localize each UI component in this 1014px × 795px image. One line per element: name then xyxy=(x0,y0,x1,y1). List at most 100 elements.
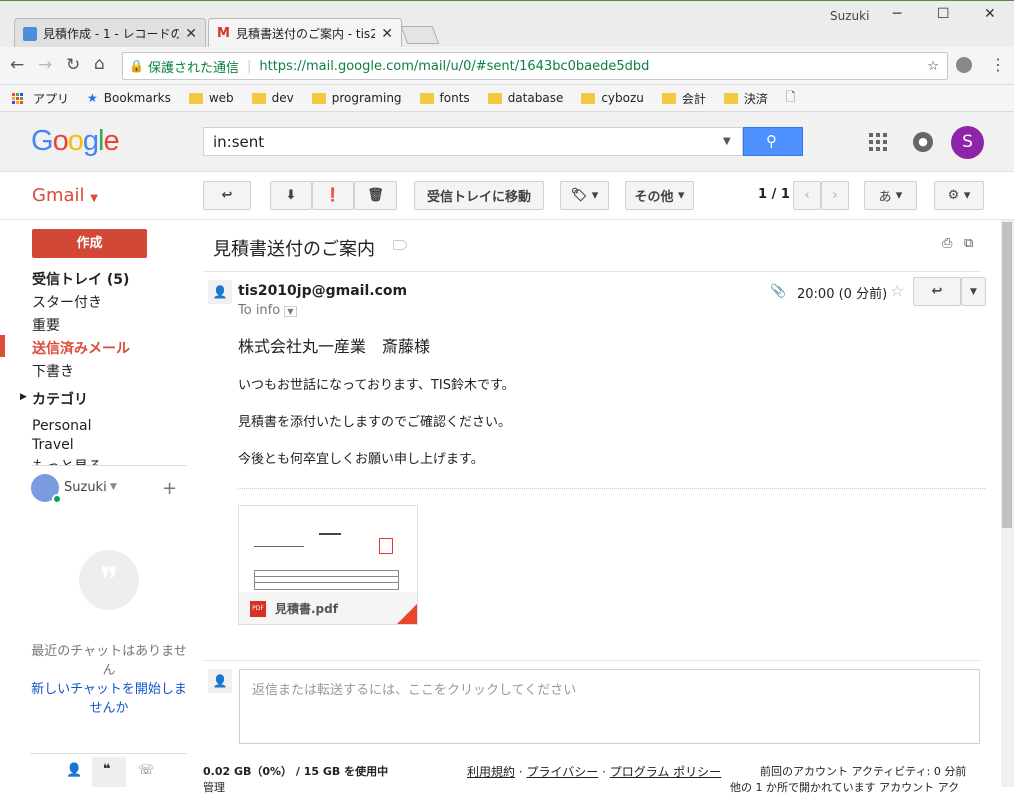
star-icon[interactable]: ☆ xyxy=(890,281,904,300)
reply-more-button[interactable]: ▼ xyxy=(961,277,986,306)
bookmark-accounting[interactable]: 会計 xyxy=(661,90,706,107)
forward-icon[interactable]: → xyxy=(38,55,52,75)
menu-icon[interactable]: ⋮ xyxy=(990,55,1006,74)
bookmark-web[interactable]: web xyxy=(188,91,234,105)
google-logo[interactable]: Google xyxy=(31,125,120,158)
print-icon[interactable]: ⎙ xyxy=(942,236,952,251)
bookmark-payment[interactable]: 決済 xyxy=(723,90,768,107)
open-new-window-icon[interactable]: ⧉ xyxy=(964,236,973,251)
minimize-icon[interactable]: ─ xyxy=(893,6,901,22)
move-to-inbox-button[interactable]: 受信トレイに移動 xyxy=(414,181,544,210)
tab-label: 見積作成 - 1 - レコードの詳 xyxy=(43,27,179,41)
star-icon[interactable]: ☆ xyxy=(927,59,939,74)
close-icon[interactable]: ✕ xyxy=(381,26,393,42)
sender-avatar[interactable]: 👤 xyxy=(208,280,232,304)
chat-empty-text: 最近のチャットはありません xyxy=(31,644,187,678)
back-to-list-button[interactable]: ↩ xyxy=(203,181,251,210)
gear-icon: ⚙ ▾ xyxy=(947,188,971,203)
search-options-icon[interactable]: ▼ xyxy=(723,136,731,147)
trash-icon: 🗑 xyxy=(367,188,384,203)
search-input[interactable]: in:sent xyxy=(203,127,743,156)
body-line: 今後とも何卒宜しくお願い申し上げます。 xyxy=(238,452,484,467)
contacts-icon[interactable]: 👤 xyxy=(66,763,82,778)
profile-name[interactable]: Suzuki xyxy=(830,9,869,23)
label-icon: 🏷 ▾ xyxy=(570,188,599,203)
hangouts-tab[interactable]: ❝ xyxy=(92,757,126,787)
settings-button[interactable]: ⚙ ▾ xyxy=(934,181,984,210)
tab-estimate[interactable]: 見積作成 - 1 - レコードの詳 ✕ xyxy=(14,18,206,48)
kintone-icon xyxy=(23,26,37,41)
email-subject: 見積書送付のご案内 xyxy=(213,239,375,260)
maximize-icon[interactable]: ☐ xyxy=(937,6,950,22)
extension-icon[interactable] xyxy=(956,57,972,73)
pager-text: 1 / 1 xyxy=(758,187,790,202)
notifications-icon[interactable]: ● xyxy=(913,132,933,152)
label-travel[interactable]: Travel xyxy=(32,437,74,453)
address-bar[interactable]: 🔒 保護された通信 | https://mail.google.com/mail… xyxy=(122,52,948,80)
reply-button[interactable]: ↩ xyxy=(913,277,961,306)
apps-icon[interactable] xyxy=(12,92,23,104)
greeting-line: 株式会社丸一産業 斎藤様 xyxy=(238,337,431,356)
divider xyxy=(32,465,187,466)
nav-starred[interactable]: スター付き xyxy=(32,292,102,312)
bookmark-cybozu[interactable]: cybozu xyxy=(581,91,644,105)
divider xyxy=(30,753,187,754)
recipient[interactable]: To info ▼ xyxy=(238,303,297,318)
program-policy-link[interactable]: プログラム ポリシー xyxy=(610,765,721,779)
bookmark-dev[interactable]: dev xyxy=(251,91,294,105)
new-tab-button[interactable] xyxy=(400,26,440,44)
gmail-menu[interactable]: Gmail ▼ xyxy=(32,185,98,206)
home-icon[interactable]: ⌂ xyxy=(94,54,105,74)
more-button[interactable]: その他 ▾ xyxy=(625,181,694,210)
search-button[interactable]: ⚲ xyxy=(743,127,803,156)
expand-icon[interactable]: ▶ xyxy=(20,392,27,402)
newer-button[interactable]: ‹ xyxy=(793,181,821,210)
nav-important[interactable]: 重要 xyxy=(32,315,60,335)
add-chat-icon[interactable]: + xyxy=(162,478,177,499)
nav-categories[interactable]: カテゴリ xyxy=(32,389,88,409)
reply-box[interactable]: 返信または転送するには、ここをクリックしてください xyxy=(239,669,980,744)
start-chat-link[interactable]: 新しいチャットを開始しませんか xyxy=(28,680,190,718)
label-personal[interactable]: Personal xyxy=(32,418,92,434)
attachment-name: 見積書.pdf xyxy=(275,602,338,616)
archive-button[interactable]: ⬇ xyxy=(270,181,312,210)
page-icon[interactable]: 🗋 xyxy=(786,88,796,109)
close-window-icon[interactable]: ✕ xyxy=(984,6,996,22)
terms-link[interactable]: 利用規約 xyxy=(467,765,515,779)
label-tag-icon[interactable] xyxy=(393,240,407,250)
reload-icon[interactable]: ↻ xyxy=(66,55,80,75)
sender-email[interactable]: tis2010jp@gmail.com xyxy=(238,283,407,299)
pdf-icon: PDF xyxy=(250,601,266,617)
bookmark-apps[interactable]: アプリ xyxy=(33,90,69,107)
compose-button[interactable]: 作成 xyxy=(32,229,147,258)
nav-drafts[interactable]: 下書き xyxy=(32,361,74,381)
chat-user-name[interactable]: Suzuki xyxy=(64,480,107,495)
activity-details[interactable]: 他の 1 か所で開かれています アカウント アク xyxy=(730,779,959,795)
labels-button[interactable]: 🏷 ▾ xyxy=(560,181,609,210)
chevron-down-icon: ▼ xyxy=(970,286,977,297)
close-icon[interactable]: ✕ xyxy=(185,26,197,42)
tab-gmail[interactable]: M 見積書送付のご案内 - tis2 ✕ xyxy=(208,18,402,48)
manage-link[interactable]: 管理 xyxy=(203,779,225,795)
chevron-down-icon[interactable]: ▼ xyxy=(110,482,117,492)
scrollbar-thumb[interactable] xyxy=(1002,222,1012,528)
phone-icon[interactable]: ☏ xyxy=(138,763,154,778)
apps-grid-icon[interactable] xyxy=(869,133,887,151)
pdf-thumbnail xyxy=(249,518,404,593)
back-icon[interactable]: ← xyxy=(10,55,24,75)
spam-button[interactable]: ❗ xyxy=(312,181,354,210)
avatar[interactable]: S xyxy=(951,126,984,159)
search-icon: ⚲ xyxy=(766,132,777,150)
delete-button[interactable]: 🗑 xyxy=(354,181,397,210)
attachment-card[interactable]: PDF 見積書.pdf xyxy=(238,505,418,625)
older-button[interactable]: › xyxy=(821,181,849,210)
bookmark-bookmarks[interactable]: ★ Bookmarks xyxy=(87,91,171,105)
bookmark-database[interactable]: database xyxy=(487,91,563,105)
bookmark-programing[interactable]: programing xyxy=(311,91,402,105)
nav-inbox[interactable]: 受信トレイ (5) xyxy=(32,269,129,289)
privacy-link[interactable]: プライバシー xyxy=(526,765,598,779)
input-tools-button[interactable]: あ ▾ xyxy=(864,181,917,210)
bookmark-fonts[interactable]: fonts xyxy=(419,91,470,105)
nav-sent[interactable]: 送信済みメール xyxy=(32,338,130,358)
more-labels[interactable]: もっと見る xyxy=(32,456,102,465)
